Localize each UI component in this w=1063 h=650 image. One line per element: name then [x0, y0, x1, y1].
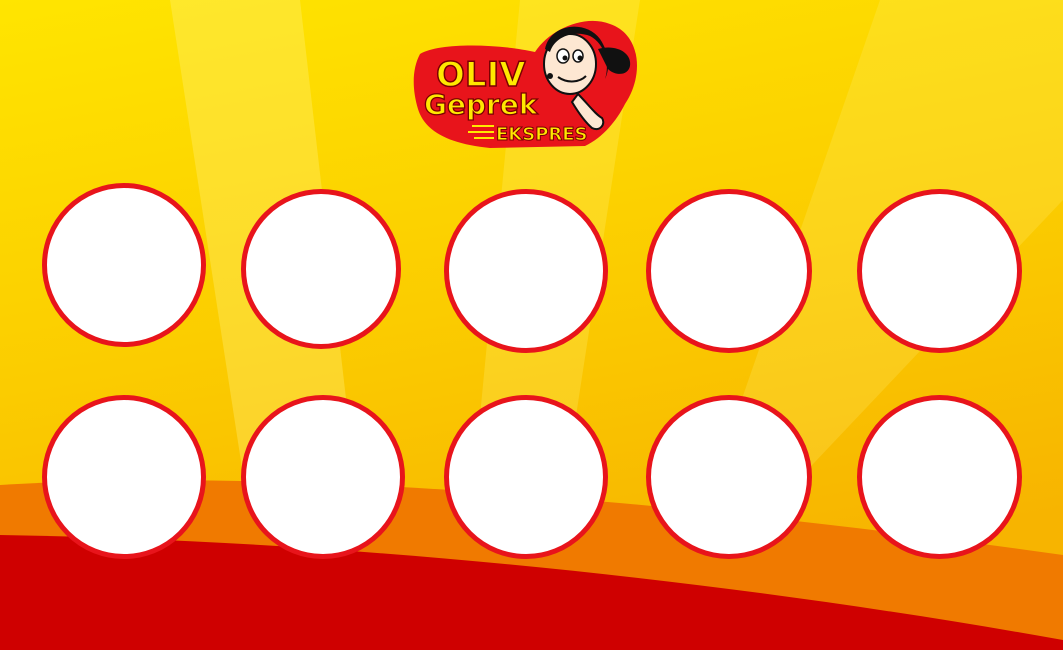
stamp-slot-4 — [646, 189, 812, 353]
logo-word-ekspres: EKSPRES — [496, 124, 588, 145]
stamp-slot-7 — [241, 395, 405, 559]
stamp-slot-2 — [241, 189, 401, 349]
stamp-slot-6 — [42, 395, 206, 559]
stamp-slot-5 — [857, 189, 1022, 353]
logo-word-geprek: Geprek — [424, 88, 539, 121]
oliv-geprek-ekspres-logo: OLIV Geprek EKSPRES — [413, 20, 637, 148]
stamp-slot-3 — [444, 189, 608, 353]
stamp-slot-10 — [857, 395, 1022, 559]
stamp-slot-1 — [42, 183, 206, 347]
stamp-slot-8 — [444, 395, 608, 559]
stamp-slot-9 — [646, 395, 812, 559]
